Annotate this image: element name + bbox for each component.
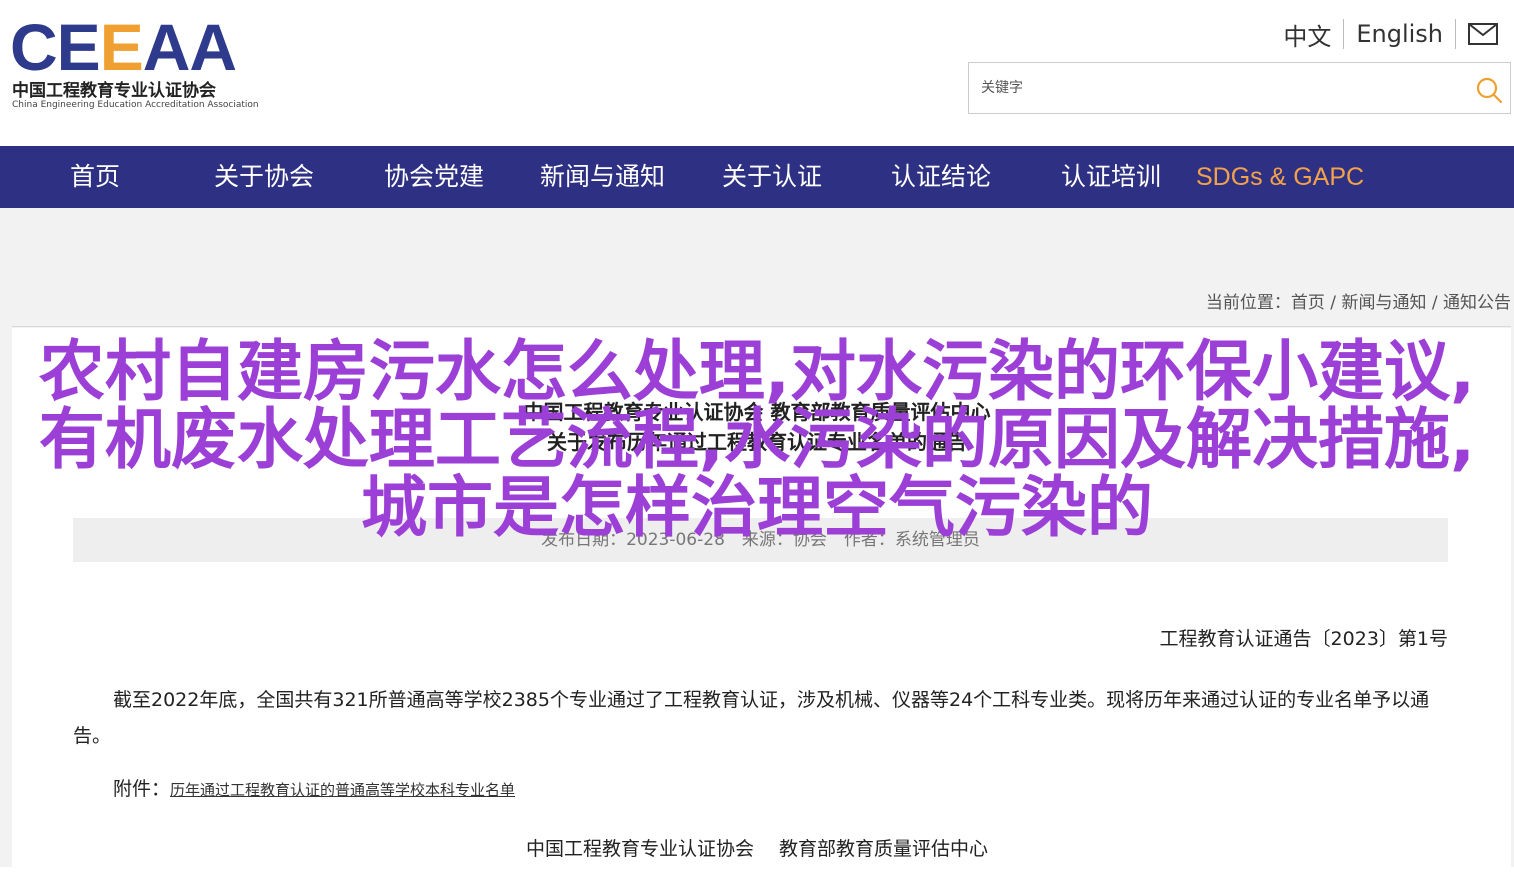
logo-name-en: China Engineering Education Accreditatio… xyxy=(12,100,259,110)
language-switcher: 中文 English xyxy=(1271,17,1498,52)
breadcrumb-sep: / xyxy=(1324,293,1342,313)
notice-number: 工程教育认证通告〔2023〕第1号 xyxy=(1159,628,1448,650)
breadcrumb-home[interactable]: 首页 xyxy=(1291,293,1325,313)
attachment-link[interactable]: 历年通过工程教育认证的普通高等学校本科专业名单 xyxy=(170,781,515,799)
nav-item-results[interactable]: 认证结论 xyxy=(891,146,991,208)
nav-item-home[interactable]: 首页 xyxy=(70,146,120,208)
breadcrumb-prefix: 当前位置： xyxy=(1205,293,1291,313)
nav-item-training[interactable]: 认证培训 xyxy=(1061,146,1161,208)
nav-item-about[interactable]: 关于协会 xyxy=(214,146,314,208)
logo[interactable]: CEEAA 中国工程教育专业认证协会 China Engineering Edu… xyxy=(10,14,266,114)
article-signers: 中国工程教育专业认证协会 教育部教育质量评估中心 xyxy=(525,838,989,860)
attachment: 附件：历年通过工程教育认证的普通高等学校本科专业名单 xyxy=(113,774,515,801)
nav-item-accreditation[interactable]: 关于认证 xyxy=(722,146,822,208)
overlay-headline: 农村自建房污水怎么处理,对水污染的环保小建议,有机废水处理工艺流程,水污染的原因… xyxy=(38,333,1476,546)
nav-item-sdgs[interactable]: SDGs & GAPC xyxy=(1196,146,1364,208)
search-icon[interactable] xyxy=(1474,75,1504,105)
search-box xyxy=(968,62,1511,114)
breadcrumb: 当前位置：首页 / 新闻与通知 / 通知公告 xyxy=(1206,288,1511,313)
nav-item-news[interactable]: 新闻与通知 xyxy=(540,146,665,208)
search-input[interactable] xyxy=(969,63,1449,113)
breadcrumb-section[interactable]: 新闻与通知 xyxy=(1341,293,1426,313)
breadcrumb-current[interactable]: 通知公告 xyxy=(1443,293,1511,313)
attachment-label: 附件： xyxy=(113,778,171,800)
breadcrumb-sep: / xyxy=(1426,293,1443,313)
logo-mark: CEEAA xyxy=(10,10,237,84)
breadcrumb-divider xyxy=(12,326,1511,327)
mail-icon[interactable] xyxy=(1468,23,1498,45)
lang-zh-link[interactable]: 中文 xyxy=(1271,17,1343,52)
divider xyxy=(1455,19,1456,49)
site-header: CEEAA 中国工程教育专业认证协会 China Engineering Edu… xyxy=(0,0,1514,146)
lang-en-link[interactable]: English xyxy=(1344,20,1455,48)
logo-name-cn: 中国工程教育专业认证协会 xyxy=(12,81,216,101)
nav-item-party[interactable]: 协会党建 xyxy=(384,146,484,208)
article-body: 截至2022年底，全国共有321所普通高等学校2385个专业通过了工程教育认证，… xyxy=(73,689,1430,747)
main-nav: 首页 关于协会 协会党建 新闻与通知 关于认证 认证结论 认证培训 SDGs &… xyxy=(0,146,1514,208)
